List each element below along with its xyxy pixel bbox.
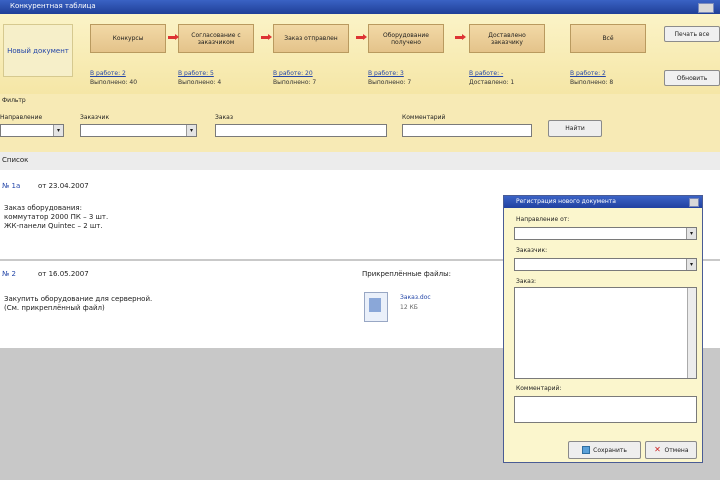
arrow-icon [168, 34, 179, 40]
window-title: Конкурентная таблица [10, 2, 96, 10]
new-document-button[interactable]: Новый документ [3, 24, 73, 77]
window-titlebar: Конкурентная таблица [0, 0, 720, 14]
doc-line: коммутатор 2000 ПК – 3 шт. [4, 213, 109, 221]
customer-label: Заказчик [80, 114, 110, 121]
dialog-comment-input[interactable] [514, 396, 697, 423]
arrow-icon [261, 34, 272, 40]
stage-work-link[interactable]: В работе: 2 [90, 69, 137, 78]
chevron-down-icon[interactable]: ▾ [53, 125, 63, 136]
cancel-icon: ✕ [654, 445, 661, 454]
workflow-panel: Новый документ Конкурсы Согласование с з… [0, 14, 720, 95]
attachment-file-link[interactable]: Заказ.doc [400, 294, 431, 302]
stage-button[interactable]: Оборудование получено [368, 24, 444, 53]
direction-label: Направление [0, 114, 43, 121]
dialog-direction-label: Направление от: [516, 216, 570, 223]
stage-work-link[interactable]: В работе: 3 [368, 69, 411, 78]
attachment-file-size: 12 КБ [400, 304, 418, 311]
stage-work-link[interactable]: В работе: 20 [273, 69, 316, 78]
cancel-label: Отмена [664, 446, 689, 454]
customer-select[interactable]: ▾ [80, 124, 197, 137]
stage-done-text: Выполнено: 8 [570, 79, 614, 86]
stage-button[interactable]: Заказ отправлен [273, 24, 349, 53]
save-label: Сохранить [593, 446, 627, 454]
filter-panel: Фильтр Направление ▾ Заказчик ▾ Заказ Ко… [0, 94, 720, 153]
stage-stats: В работе: 20 Выполнено: 7 [273, 69, 316, 87]
find-label: Найти [565, 125, 585, 132]
order-input[interactable] [215, 124, 387, 137]
stage-work-link[interactable]: В работе: 2 [570, 69, 613, 78]
stage-done-text: Доставлено: 1 [469, 79, 515, 86]
doc-number-link[interactable]: № 2 [2, 270, 16, 278]
stage-done-text: Выполнено: 40 [90, 79, 138, 86]
doc-line: Заказ оборудования: [4, 204, 82, 212]
doc-date: от 16.05.2007 [38, 270, 89, 278]
save-button[interactable]: Сохранить [568, 441, 641, 459]
stage-stats: В работе: 5 Выполнено: 4 [178, 69, 221, 87]
arrow-icon [455, 34, 466, 40]
scrollbar[interactable] [687, 288, 696, 378]
stage-done-text: Выполнено: 7 [368, 79, 412, 86]
dialog-customer-label: Заказчик: [516, 247, 548, 254]
stage-stats: В работе: 2 Выполнено: 8 [570, 69, 613, 87]
doc-line: Закупить оборудование для серверной. [4, 295, 153, 303]
dialog-comment-label: Комментарий: [516, 385, 562, 392]
save-icon [582, 446, 591, 454]
stage-button[interactable]: Всё [570, 24, 646, 53]
stage-done-text: Выполнено: 7 [273, 79, 317, 86]
stage-button[interactable]: Доставлено заказчику [469, 24, 545, 53]
comment-input[interactable] [402, 124, 532, 137]
cancel-button[interactable]: ✕ Отмена [645, 441, 697, 459]
stage-work-link[interactable]: В работе: - [469, 69, 514, 78]
stage-stats: В работе: - Доставлено: 1 [469, 69, 514, 87]
doc-number-link[interactable]: № 1а [2, 182, 20, 190]
doc-line: ЖК-панели Quintec – 2 шт. [4, 222, 103, 230]
direction-select[interactable]: ▾ [0, 124, 64, 137]
list-title: Список [2, 156, 29, 164]
stage-done-text: Выполнено: 4 [178, 79, 222, 86]
document-file-icon[interactable] [364, 292, 388, 322]
dialog-title: Регистрация нового документа [516, 198, 616, 205]
comment-label: Комментарий [402, 114, 446, 121]
stage-button[interactable]: Согласование с заказчиком [178, 24, 254, 53]
filter-section-label: Фильтр [2, 97, 26, 104]
dialog-direction-select[interactable]: ▾ [514, 227, 697, 240]
dialog-customer-select[interactable]: ▾ [514, 258, 697, 271]
stage-button[interactable]: Конкурсы [90, 24, 166, 53]
list-header: Список [0, 152, 720, 171]
print-all-button[interactable]: Печать все [664, 26, 720, 42]
dialog-titlebar: Регистрация нового документа [504, 196, 702, 208]
new-document-dialog: Регистрация нового документа Направление… [503, 195, 703, 463]
chevron-down-icon[interactable]: ▾ [686, 259, 696, 270]
arrow-icon [356, 34, 367, 40]
dialog-order-label: Заказ: [516, 278, 537, 285]
doc-line: (См. прикреплённый файл) [4, 304, 105, 312]
doc-date: от 23.04.2007 [38, 182, 89, 190]
close-icon[interactable] [698, 3, 714, 13]
stage-stats: В работе: 2 Выполнено: 40 [90, 69, 137, 87]
stage-stats: В работе: 3 Выполнено: 7 [368, 69, 411, 87]
stage-work-link[interactable]: В работе: 5 [178, 69, 221, 78]
dialog-order-textarea[interactable] [514, 287, 697, 379]
chevron-down-icon[interactable]: ▾ [186, 125, 196, 136]
find-button[interactable]: Найти [548, 120, 602, 137]
refresh-button[interactable]: Обновить [664, 70, 720, 86]
chevron-down-icon[interactable]: ▾ [686, 228, 696, 239]
attachments-label: Прикреплённые файлы: [362, 270, 451, 278]
close-icon[interactable] [689, 198, 699, 207]
order-label: Заказ [215, 114, 234, 121]
